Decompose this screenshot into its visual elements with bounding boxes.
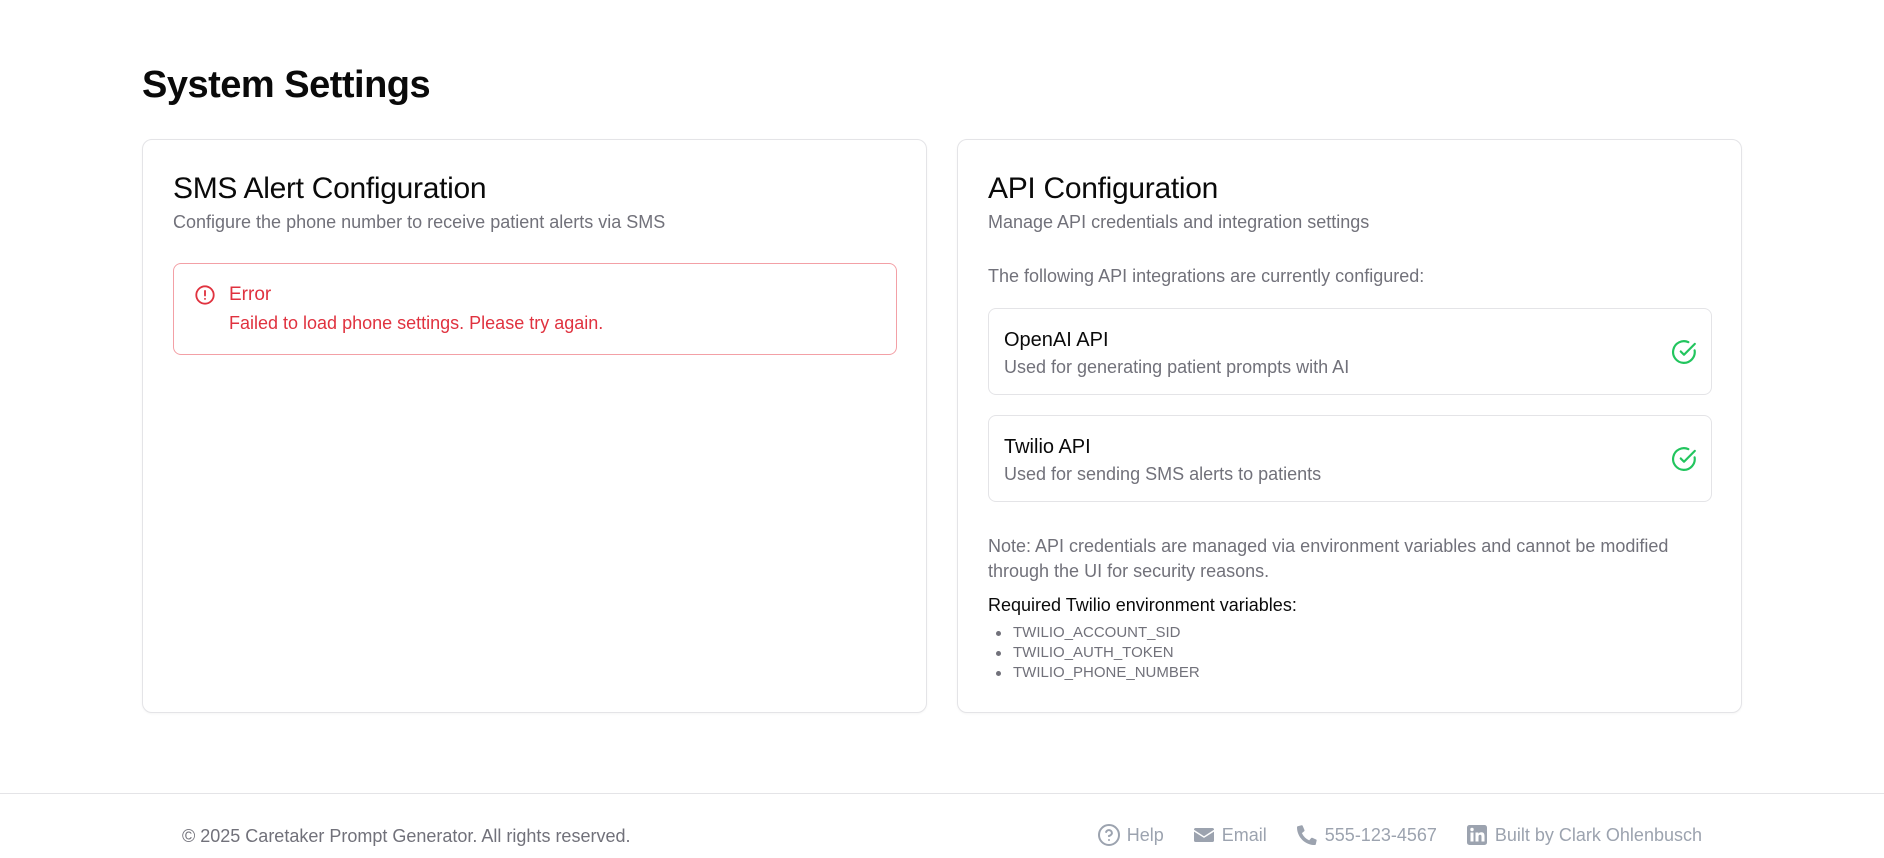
api-card-description: Manage API credentials and integration s… xyxy=(988,212,1370,232)
env-var-item: TWILIO_ACCOUNT_SID xyxy=(988,623,1200,643)
email-link-label: Email xyxy=(1221,824,1267,845)
alert-circle-icon xyxy=(195,285,215,305)
integrations-intro: The following API integrations are curre… xyxy=(988,266,1425,286)
credentials-note: Note: API credentials are managed via en… xyxy=(988,536,1669,581)
sms-alert-card: SMS Alert Configuration Configure the ph… xyxy=(142,139,927,713)
help-link[interactable]: Help xyxy=(1097,823,1164,847)
integration-description: Used for generating patient prompts with… xyxy=(1004,357,1350,377)
integration-twilio: Twilio API Used for sending SMS alerts t… xyxy=(988,415,1712,502)
sms-card-description: Configure the phone number to receive pa… xyxy=(173,212,666,232)
help-circle-icon xyxy=(1097,824,1120,846)
help-link-label: Help xyxy=(1126,824,1164,845)
integration-name: OpenAI API xyxy=(1004,329,1109,351)
env-var-item: TWILIO_AUTH_TOKEN xyxy=(988,643,1200,663)
phone-icon xyxy=(1296,825,1317,846)
phone-link[interactable]: 555-123-4567 xyxy=(1295,823,1437,847)
env-var-item: TWILIO_PHONE_NUMBER xyxy=(988,663,1200,683)
check-circle-icon xyxy=(1672,340,1696,364)
email-link[interactable]: Email xyxy=(1192,823,1267,847)
alert-message: Failed to load phone settings. Please tr… xyxy=(229,313,604,333)
check-circle-icon xyxy=(1672,447,1696,471)
integration-name: Twilio API xyxy=(1004,436,1091,458)
required-env-title: Required Twilio environment variables: xyxy=(988,595,1297,615)
integration-openai: OpenAI API Used for generating patient p… xyxy=(988,308,1712,395)
alert-title: Error xyxy=(229,284,272,305)
linkedin-link-label: Built by Clark Ohlenbusch xyxy=(1494,824,1702,845)
env-var-list: TWILIO_ACCOUNT_SID TWILIO_AUTH_TOKEN TWI… xyxy=(988,623,1200,683)
footer-links: Help Email 555-123-4567 Built by Clark O… xyxy=(1069,823,1702,847)
integration-description: Used for sending SMS alerts to patients xyxy=(1004,464,1322,484)
api-config-card: API Configuration Manage API credentials… xyxy=(957,139,1742,713)
phone-link-label: 555-123-4567 xyxy=(1324,824,1437,845)
linkedin-link[interactable]: Built by Clark Ohlenbusch xyxy=(1465,823,1702,847)
copyright-text: © 2025 Caretaker Prompt Generator. All r… xyxy=(182,826,631,846)
envelope-icon xyxy=(1193,828,1214,842)
linkedin-icon xyxy=(1466,825,1487,845)
error-alert: Error Failed to load phone settings. Ple… xyxy=(173,263,897,355)
sms-card-title: SMS Alert Configuration xyxy=(173,172,487,205)
footer-divider xyxy=(0,793,1884,794)
page-title: System Settings xyxy=(142,64,431,106)
api-card-title: API Configuration xyxy=(988,172,1219,205)
